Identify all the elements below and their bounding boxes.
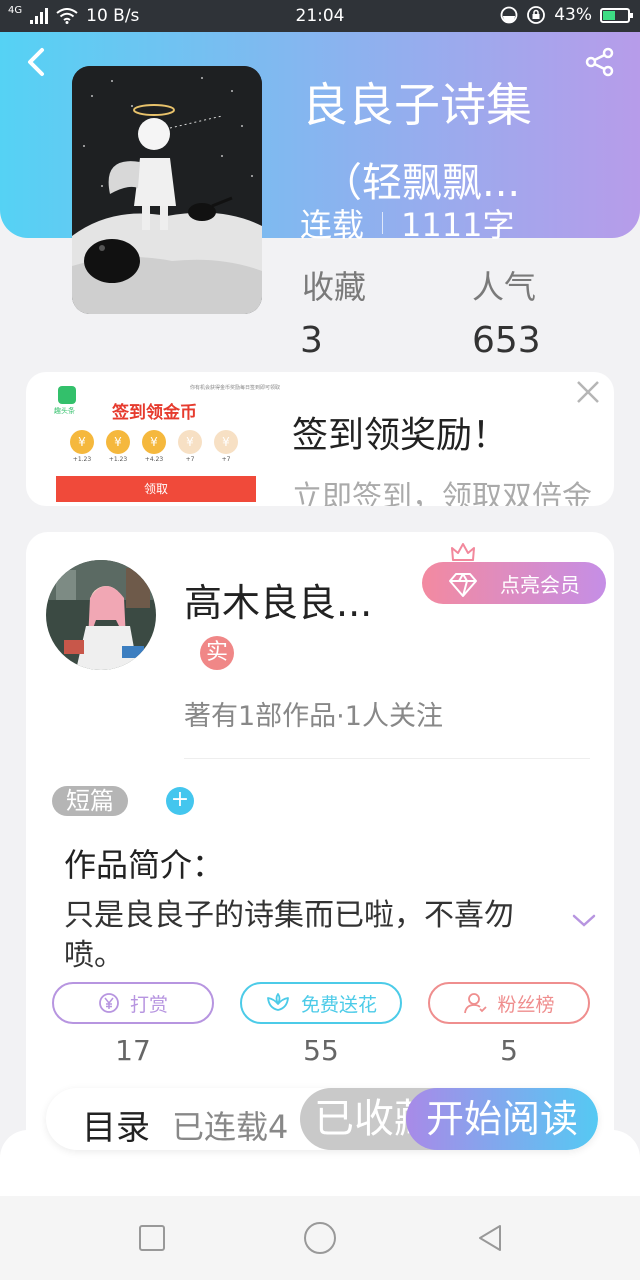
coin-icon: ¥ [106, 430, 130, 454]
system-nav-bar [0, 1196, 640, 1280]
bottom-action-bar: 目录 已连载4 已收藏 开始阅读 [46, 1088, 598, 1150]
coin-value: +1.23 [72, 456, 92, 463]
collect-count: 3 [300, 320, 323, 361]
coin-icon: ¥ [142, 430, 166, 454]
book-status-row: 连载 1111字 [300, 200, 514, 246]
reward-label: 打赏 [129, 993, 168, 1016]
catalog-button[interactable]: 目录 [82, 1100, 150, 1149]
reward-count: 17 [115, 1034, 151, 1067]
divider [184, 758, 590, 759]
vip-label: 点亮会员 [500, 572, 580, 597]
send-flower-label: 免费送花 [300, 993, 377, 1016]
rotation-lock-icon [527, 6, 546, 24]
coin-icon: ¥ [178, 430, 202, 454]
author-name[interactable]: 高木良良... [184, 572, 372, 627]
coin-value: +1.23 [108, 456, 128, 463]
book-title: 良良子诗集 [302, 78, 532, 132]
coin-icon: ¥ [70, 430, 94, 454]
flower-icon [267, 993, 289, 1011]
coin-icon: ¥ [214, 430, 238, 454]
verified-badge: 实 [200, 636, 234, 670]
home-icon[interactable] [303, 1221, 337, 1255]
ad-thumb-note: 你有机会获得金币奖励每日签到即可领取 [190, 385, 281, 391]
battery-percent: 43% [554, 5, 592, 25]
status-bar: 4G 10 B/s 21:04 43% [0, 0, 640, 32]
theme-icon [500, 6, 518, 24]
coin-value: +4.23 [144, 456, 164, 463]
user-icon [464, 993, 488, 1014]
fan-ranking-label: 粉丝榜 [497, 993, 555, 1016]
collect-label: 收藏 [302, 268, 367, 306]
coin-value: +7 [221, 456, 231, 463]
ad-app-name: 趣头条 [54, 407, 75, 415]
start-reading-button[interactable]: 开始阅读 [406, 1088, 598, 1150]
word-count: 1111字 [401, 206, 515, 244]
back-icon[interactable] [474, 1222, 506, 1254]
recent-apps-icon[interactable] [136, 1222, 168, 1254]
coin-item: ¥ +1.23 [106, 430, 130, 463]
chevron-down-icon[interactable] [572, 914, 596, 928]
share-icon[interactable] [584, 46, 616, 78]
catalog-status: 已连载4 [172, 1108, 289, 1146]
checkin-ad-banner[interactable]: 趣头条 你有机会获得金币奖励每日签到即可领取 签到领金币 ¥ +1.23 ¥ +1.… [26, 372, 614, 506]
intro-label: 作品简介： [64, 846, 225, 884]
yuan-coin-icon [99, 993, 119, 1013]
popularity-count: 653 [472, 320, 541, 361]
avatar[interactable] [46, 560, 156, 670]
reward-button[interactable]: 打赏 [52, 982, 214, 1024]
divider [382, 212, 384, 234]
ad-thumbnail: 趣头条 你有机会获得金币奖励每日签到即可领取 签到领金币 ¥ +1.23 ¥ +1.… [50, 380, 290, 504]
ad-app-logo [58, 386, 76, 404]
ad-subtitle: 立即签到，领取双倍金 [292, 480, 592, 506]
coin-item: ¥ +7 [214, 430, 238, 463]
add-tag-button[interactable]: + [166, 787, 194, 815]
diamond-icon [449, 573, 477, 597]
intro-text: 只是良良子的诗集而已啦，不喜勿喷。 [64, 898, 514, 973]
crown-icon [451, 543, 475, 561]
close-icon[interactable] [574, 378, 602, 406]
coin-item: ¥ +7 [178, 430, 202, 463]
ad-thumb-button: 领取 [56, 476, 256, 502]
fan-ranking-button[interactable]: 粉丝榜 [428, 982, 590, 1024]
genre-tag[interactable]: 短篇 [52, 786, 128, 816]
author-meta: 著有1部作品·1人关注 [184, 701, 443, 732]
coin-item: ¥ +1.23 [70, 430, 94, 463]
send-flower-button[interactable]: 免费送花 [240, 982, 402, 1024]
flower-count: 55 [303, 1034, 339, 1067]
popularity-label: 人气 [472, 268, 537, 306]
coin-value: +7 [185, 456, 195, 463]
battery-icon [600, 7, 633, 23]
ad-title: 签到领奖励！ [292, 415, 509, 456]
coin-item: ¥ +4.23 [142, 430, 166, 463]
ad-thumb-title: 签到领金币 [112, 403, 197, 423]
fan-count: 5 [500, 1034, 518, 1067]
book-cover[interactable] [72, 66, 262, 314]
serial-status: 连载 [300, 206, 365, 244]
back-arrow-icon[interactable] [20, 44, 52, 80]
